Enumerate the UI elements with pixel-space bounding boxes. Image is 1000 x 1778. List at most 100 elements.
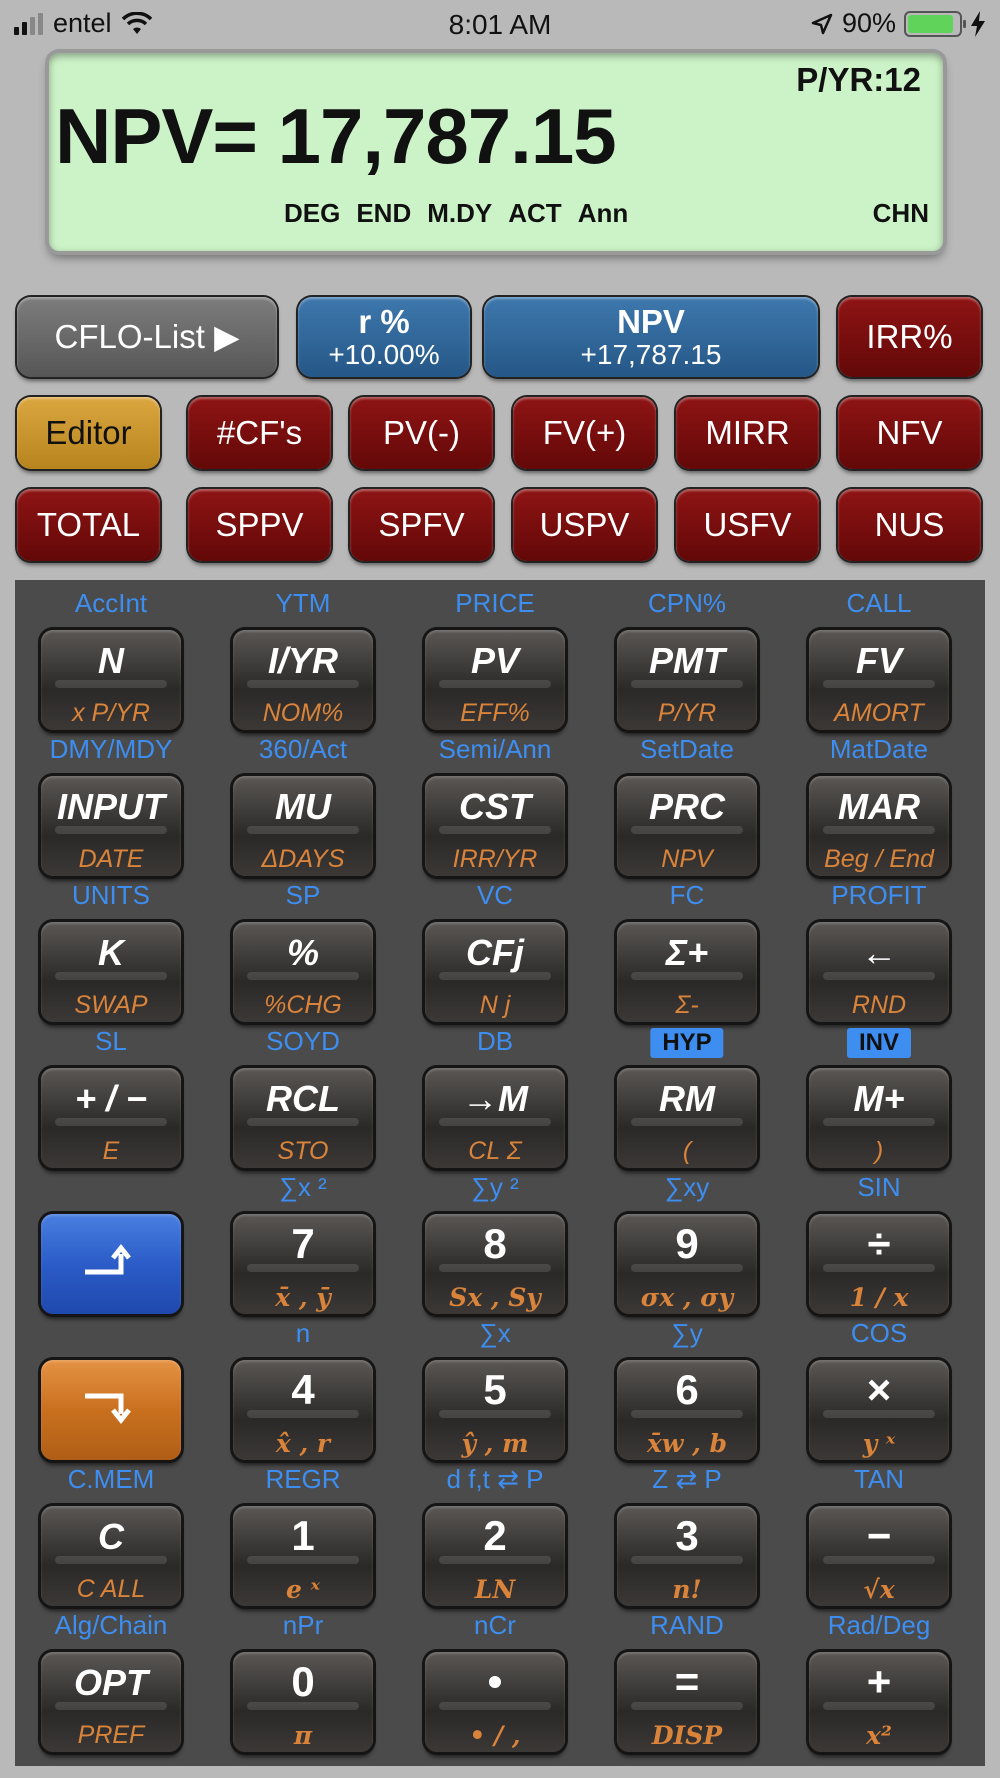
keypad-cell: ∑y 6 x̄w , b <box>591 1318 783 1470</box>
key-0[interactable]: 0π <box>233 1652 373 1752</box>
key-m[interactable]: M+) <box>809 1068 949 1168</box>
key-4[interactable]: 4 x̂ , r <box>233 1360 373 1460</box>
keypad-cell: PRICE PV EFF% <box>399 588 591 740</box>
key-secondary-label: 1 / x <box>849 1283 909 1312</box>
keypad-cell: SP% %CHG <box>207 880 399 1032</box>
keypad-cell <box>15 1178 207 1324</box>
key-plus[interactable]: + x² <box>809 1652 949 1752</box>
keypad-cell: PROFIT ← RND <box>783 880 975 1032</box>
keypad-cell: Semi/Ann CST IRR/YR <box>399 734 591 886</box>
key-rcl[interactable]: RCL STO <box>233 1068 373 1168</box>
spfv-button[interactable]: SPFV <box>350 489 493 561</box>
key-7[interactable]: 7 x̄ , ȳ <box>233 1214 373 1314</box>
key-divide[interactable]: ÷ 1 / x <box>809 1214 949 1314</box>
keypad-cell: FC Σ+ Σ- <box>591 880 783 1032</box>
key-primary-label: ← <box>861 932 897 973</box>
npv-button[interactable]: NPV +17,787.15 <box>484 297 818 377</box>
shift-function-label: nPr <box>282 1610 324 1640</box>
key-multiply[interactable]: × y ˣ <box>809 1360 949 1460</box>
rate-button[interactable]: r % +10.00% <box>298 297 470 377</box>
keypad-cell: ∑x ² 7 x̄ , ȳ <box>207 1172 399 1324</box>
key-1[interactable]: 1 e ˣ <box>233 1506 373 1606</box>
key-k[interactable]: K SWAP <box>41 922 181 1022</box>
key-pv[interactable]: PV EFF% <box>425 630 565 730</box>
mirr-button[interactable]: MIRR <box>676 397 819 469</box>
key-primary-label: N <box>98 640 124 681</box>
sppv-button[interactable]: SPPV <box>188 489 331 561</box>
nfv-button[interactable]: NFV <box>838 397 981 469</box>
key-6[interactable]: 6 x̄w , b <box>617 1360 757 1460</box>
key-primary-label: 1 <box>291 1512 315 1559</box>
key-secondary-label: e ˣ <box>286 1575 320 1604</box>
key-mu[interactable]: MU ΔDAYS <box>233 776 373 876</box>
shift-up-key[interactable] <box>41 1214 181 1314</box>
key-c[interactable]: C C ALL <box>41 1506 181 1606</box>
key-backspace[interactable]: ← RND <box>809 922 949 1022</box>
shift-down-key[interactable] <box>41 1360 181 1460</box>
payments-per-year-indicator: P/YR:12 <box>796 61 921 98</box>
key-prc[interactable]: PRC NPV <box>617 776 757 876</box>
uspv-button[interactable]: USPV <box>513 489 656 561</box>
pv-negative-button[interactable]: PV(-) <box>350 397 493 469</box>
key-i-yr[interactable]: I/YR NOM% <box>233 630 373 730</box>
key-pmt[interactable]: PMT P/YR <box>617 630 757 730</box>
key-primary-label: MAR <box>838 786 920 827</box>
key-input[interactable]: INPUT DATE <box>41 776 181 876</box>
cflo-list-button[interactable]: CFLO-List ▶ <box>17 297 277 377</box>
key-badge-inv: INV <box>846 1028 912 1058</box>
keypad-cell: HYP RM ( <box>591 1028 783 1178</box>
shift-function-label: PROFIT <box>831 880 927 910</box>
keypad-cell: Z ⇄ P 3 n! <box>591 1464 783 1616</box>
fv-positive-button[interactable]: FV(+) <box>513 397 656 469</box>
shift-function-label: Alg/Chain <box>54 1610 168 1640</box>
key-mar[interactable]: MAR Beg / End <box>809 776 949 876</box>
key-9[interactable]: 9 σx , σy <box>617 1214 757 1314</box>
key-primary-label: CST <box>459 786 531 827</box>
key-secondary-label: ) <box>874 1137 884 1165</box>
key-opt[interactable]: OPT PREF <box>41 1652 181 1752</box>
editor-button[interactable]: Editor <box>17 397 160 469</box>
key-primary-label: % <box>286 932 319 973</box>
key-secondary-label: SWAP <box>74 991 148 1019</box>
total-button[interactable]: TOTAL <box>17 489 160 561</box>
key-equals[interactable]: = DISP <box>617 1652 757 1752</box>
key-secondary-label: ( <box>682 1137 692 1165</box>
keypad-cell: REGR 1 e ˣ <box>207 1464 399 1616</box>
key-minus[interactable]: − √x <box>809 1506 949 1606</box>
irr-button[interactable]: IRR% <box>838 297 981 377</box>
key-fv[interactable]: FV AMORT <box>809 630 949 730</box>
key-secondary-label: NOM% <box>262 699 344 727</box>
key-primary-label: × <box>866 1366 892 1413</box>
key-sigma-plus[interactable]: Σ+ Σ- <box>617 922 757 1022</box>
key-percent[interactable]: % %CHG <box>233 922 373 1022</box>
key-5[interactable]: 5 ŷ , m <box>425 1360 565 1460</box>
shift-function-label: PRICE <box>455 588 535 618</box>
flag-payment-timing: END <box>356 198 412 228</box>
key-secondary-label: σx , σy <box>640 1283 734 1312</box>
key-3[interactable]: 3 n! <box>617 1506 757 1606</box>
key-cst[interactable]: CST IRR/YR <box>425 776 565 876</box>
key-2[interactable]: 2 LN <box>425 1506 565 1606</box>
keypad-cell: AccInt Nx P/YR <box>15 588 207 740</box>
key-store-memory[interactable]: →M CL Σ <box>425 1068 565 1168</box>
keypad-cell: ∑xy 9 σx , σy <box>591 1172 783 1324</box>
key-change-sign[interactable]: + / − E <box>41 1068 181 1168</box>
key-rm[interactable]: RM ( <box>617 1068 757 1168</box>
key-decimal[interactable]: • • / , <box>425 1652 565 1752</box>
key-8[interactable]: 8 Sx , Sy <box>425 1214 565 1314</box>
key-cfj[interactable]: CFj N j <box>425 922 565 1022</box>
shift-function-label: ∑y <box>671 1318 703 1348</box>
key-secondary-label: EFF% <box>460 699 530 727</box>
usfv-button[interactable]: USFV <box>676 489 819 561</box>
flag-date-format: M.DY <box>427 198 493 228</box>
shift-function-label: nCr <box>474 1610 516 1640</box>
key-n[interactable]: Nx P/YR <box>41 630 181 730</box>
keypad-cell: nPr 0 π <box>207 1610 399 1762</box>
keypad-cell: SIN ÷ 1 / x <box>783 1172 975 1324</box>
key-primary-label: 9 <box>675 1220 699 1267</box>
key-primary-label: C <box>98 1516 124 1557</box>
key-primary-label: ÷ <box>867 1220 891 1267</box>
number-of-cashflows-button[interactable]: #CF's <box>188 397 331 469</box>
nus-button[interactable]: NUS <box>838 489 981 561</box>
keypad-cell: SOYD RCL STO <box>207 1026 399 1178</box>
